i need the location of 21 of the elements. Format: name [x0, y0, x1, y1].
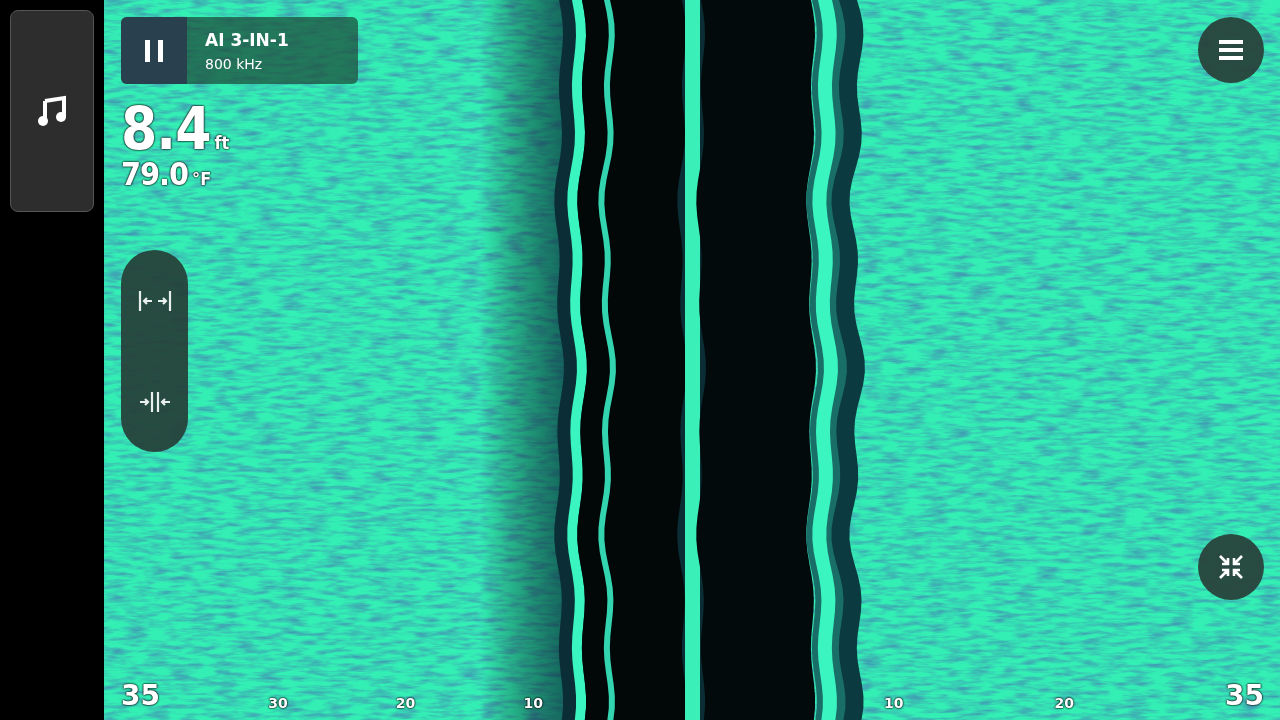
- range-scale-label: 35: [121, 682, 160, 710]
- range-scale-label: 20: [1054, 696, 1074, 710]
- expand-width-icon: [137, 289, 172, 312]
- range-scale-label: 10: [523, 696, 543, 710]
- depth-value: 8.4: [121, 100, 211, 158]
- pause-button[interactable]: [121, 17, 187, 84]
- range-scale-label: 30: [268, 696, 288, 710]
- depth-unit: ft: [214, 132, 230, 153]
- temperature-value: 79.0: [121, 158, 189, 190]
- music-note-icon: [36, 95, 68, 127]
- sonar-mode-title: AI 3-IN-1: [205, 29, 289, 50]
- range-scale-label: 35: [1225, 682, 1264, 710]
- menu-icon: [1219, 40, 1243, 60]
- frequency-label: 800 kHz: [205, 55, 264, 72]
- range-scale-label: 20: [395, 696, 416, 710]
- temperature-unit: °F: [192, 168, 212, 189]
- music-button[interactable]: [10, 10, 94, 212]
- shrink-width-icon: [137, 390, 172, 413]
- collapse-arrows-icon: [1218, 554, 1244, 580]
- range-scale-label: 10: [884, 696, 904, 710]
- pause-icon: [145, 39, 163, 62]
